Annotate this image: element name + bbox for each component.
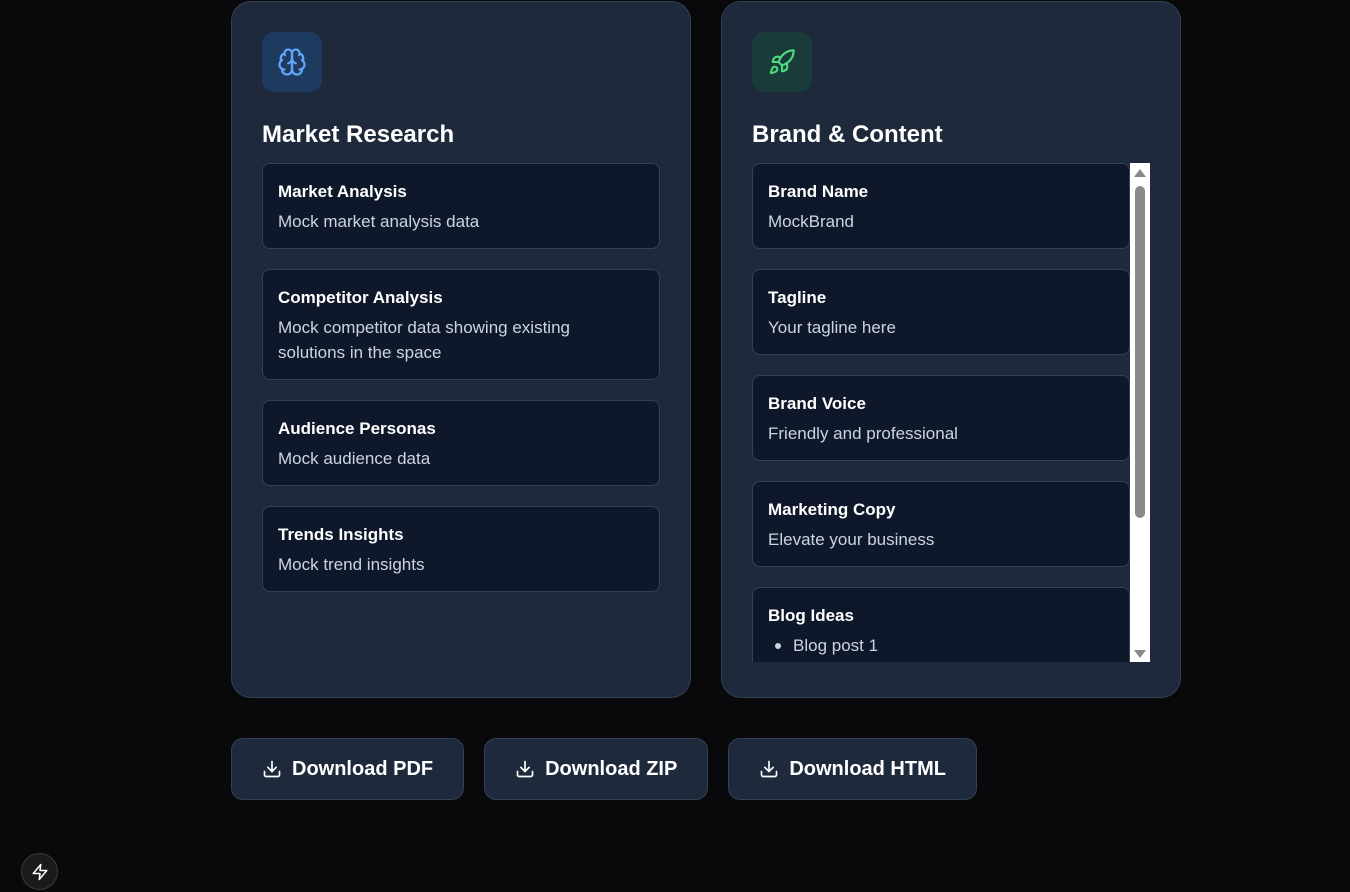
card-title: Trends Insights bbox=[278, 525, 404, 544]
lightning-icon bbox=[32, 863, 47, 880]
card-body: Mock audience data bbox=[278, 449, 431, 468]
download-pdf-button[interactable]: Download PDF bbox=[231, 738, 465, 800]
download-html-button[interactable]: Download HTML bbox=[728, 738, 977, 800]
market-research-panel: Market Research Market Analysis Mock mar… bbox=[231, 1, 691, 698]
card-body: Friendly and professional bbox=[768, 424, 958, 443]
card-title: Audience Personas bbox=[278, 419, 436, 438]
card-title: Blog Ideas bbox=[768, 606, 854, 625]
card-trends-insights: Trends Insights Mock trend insights bbox=[262, 506, 660, 592]
panel-title: Brand & Content bbox=[752, 121, 943, 148]
card-title: Market Analysis bbox=[278, 182, 407, 201]
brand-content-scroll-area[interactable]: Brand Name MockBrand Tagline Your taglin… bbox=[752, 163, 1150, 662]
brand-content-panel: Brand & Content Brand Name MockBrand Tag… bbox=[721, 1, 1181, 698]
button-label: Download HTML bbox=[789, 757, 946, 780]
rocket-icon-container bbox=[752, 32, 812, 92]
card-title: Marketing Copy bbox=[768, 500, 896, 519]
scroll-up-arrow-icon[interactable] bbox=[1134, 169, 1146, 177]
dev-tools-button[interactable] bbox=[21, 853, 58, 890]
button-label: Download ZIP bbox=[545, 757, 678, 780]
list-item: Blog post 1 bbox=[768, 633, 1114, 658]
market-research-list: Market Analysis Mock market analysis dat… bbox=[262, 163, 660, 592]
card-tagline: Tagline Your tagline here bbox=[752, 269, 1130, 355]
download-icon bbox=[760, 760, 778, 778]
card-body: Mock competitor data showing existing so… bbox=[278, 318, 570, 362]
card-competitor-analysis: Competitor Analysis Mock competitor data… bbox=[262, 269, 660, 380]
panel-title: Market Research bbox=[262, 121, 455, 148]
card-body: Mock trend insights bbox=[278, 555, 425, 574]
card-blog-ideas: Blog Ideas Blog post 1 bbox=[752, 587, 1130, 662]
download-icon bbox=[516, 760, 534, 778]
brain-icon-container bbox=[262, 32, 322, 92]
card-audience-personas: Audience Personas Mock audience data bbox=[262, 400, 660, 486]
card-market-analysis: Market Analysis Mock market analysis dat… bbox=[262, 163, 660, 249]
scrollbar-thumb[interactable] bbox=[1135, 186, 1145, 518]
rocket-icon bbox=[769, 49, 795, 75]
brand-content-list: Brand Name MockBrand Tagline Your taglin… bbox=[752, 163, 1130, 662]
card-title: Brand Name bbox=[768, 182, 869, 201]
download-icon bbox=[263, 760, 281, 778]
blog-ideas-list: Blog post 1 bbox=[768, 633, 1114, 658]
download-actions: Download PDF Download ZIP Download HTML bbox=[231, 738, 977, 800]
card-marketing-copy: Marketing Copy Elevate your business bbox=[752, 481, 1130, 567]
scrollbar[interactable] bbox=[1130, 163, 1150, 662]
card-title: Brand Voice bbox=[768, 394, 866, 413]
card-body: MockBrand bbox=[768, 212, 854, 231]
card-brand-name: Brand Name MockBrand bbox=[752, 163, 1130, 249]
scroll-down-arrow-icon[interactable] bbox=[1134, 650, 1146, 658]
card-brand-voice: Brand Voice Friendly and professional bbox=[752, 375, 1130, 461]
download-zip-button[interactable]: Download ZIP bbox=[484, 738, 709, 800]
card-body: Elevate your business bbox=[768, 530, 935, 549]
card-body: Mock market analysis data bbox=[278, 212, 480, 231]
card-title: Tagline bbox=[768, 288, 827, 307]
card-title: Competitor Analysis bbox=[278, 288, 443, 307]
button-label: Download PDF bbox=[292, 757, 434, 780]
card-body: Your tagline here bbox=[768, 318, 896, 337]
brain-icon bbox=[278, 48, 306, 76]
